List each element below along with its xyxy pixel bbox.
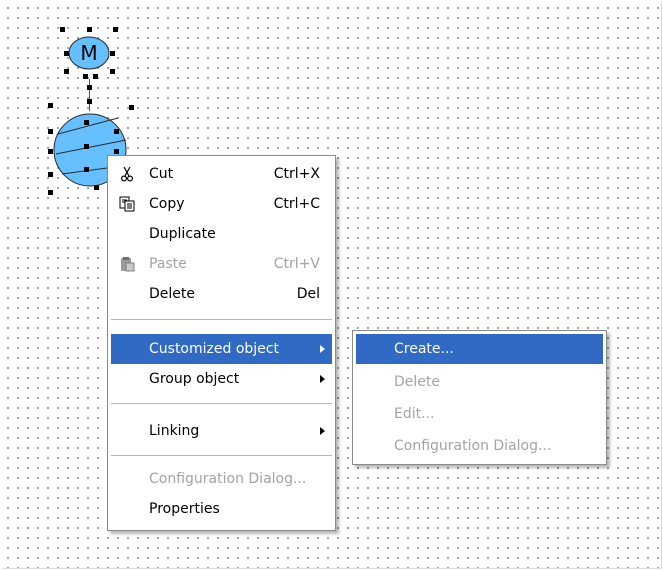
selection-handle[interactable] [64,69,69,74]
selection-handle[interactable] [87,85,92,90]
selection-handle[interactable] [87,27,92,32]
menu-item-label: Create... [394,341,454,357]
menu-item-cut[interactable]: Cut Ctrl+X [111,159,332,189]
selection-handle[interactable] [114,129,119,134]
menu-item-shortcut: Del [296,286,320,302]
selection-handle[interactable] [87,99,92,104]
selection-handle[interactable] [84,144,89,149]
selection-handle[interactable] [48,103,53,108]
selection-handle[interactable] [110,51,115,56]
menu-item-label: Delete [394,374,440,390]
menu-separator [111,319,332,320]
submenu-arrow-icon [320,375,325,383]
menu-item-group-object[interactable]: Group object [111,364,332,394]
selection-handle[interactable] [48,149,53,154]
context-menu: Cut Ctrl+X Copy Ctrl+C Duplicate Paste C… [107,155,336,531]
submenu-arrow-icon [320,427,325,435]
selection-handle[interactable] [129,105,134,110]
selection-handle[interactable] [60,27,65,32]
menu-separator [111,455,332,456]
submenu-item-configuration-dialog[interactable]: Configuration Dialog... [356,431,603,461]
selection-handle[interactable] [48,190,53,195]
selection-handle[interactable] [94,185,99,190]
menu-item-label: Duplicate [149,226,216,242]
selection-handle[interactable] [84,167,89,172]
menu-item-customized-object[interactable]: Customized object [111,334,332,364]
selection-handle[interactable] [83,74,88,79]
menu-item-label: Edit... [394,406,435,422]
selection-handle[interactable] [84,120,89,125]
menu-item-label: Group object [149,371,240,387]
selection-handle[interactable] [113,27,118,32]
submenu-item-create[interactable]: Create... [356,334,603,364]
customized-object-submenu: Create... Delete Edit... Configuration D… [352,330,607,465]
selection-handle[interactable] [114,149,119,154]
selection-handle[interactable] [93,74,98,79]
menu-item-properties[interactable]: Properties [111,494,332,524]
menu-item-label: Copy [149,196,185,212]
menu-item-configuration-dialog[interactable]: Configuration Dialog... [111,464,332,494]
menu-item-label: Delete [149,286,195,302]
selection-handle[interactable] [110,69,115,74]
copy-icon [119,196,135,212]
selection-handle[interactable] [48,129,53,134]
menu-item-label: Customized object [149,341,279,357]
menu-item-linking[interactable]: Linking [111,416,332,446]
menu-item-label: Linking [149,423,200,439]
menu-item-delete[interactable]: Delete Del [111,279,332,309]
menu-item-shortcut: Ctrl+C [273,196,320,212]
motor-symbol-label: M [80,41,97,65]
menu-item-label: Cut [149,166,174,182]
submenu-item-edit[interactable]: Edit... [356,399,603,429]
menu-item-label: Configuration Dialog... [394,438,552,454]
menu-separator [111,403,332,404]
menu-item-label: Paste [149,256,187,272]
menu-item-paste[interactable]: Paste Ctrl+V [111,249,332,279]
paste-icon [121,257,135,272]
menu-item-shortcut: Ctrl+V [273,256,320,272]
scissors-icon [120,166,134,182]
menu-item-shortcut: Ctrl+X [273,166,320,182]
submenu-item-delete[interactable]: Delete [356,367,603,397]
connector-line[interactable] [89,79,90,111]
menu-item-label: Properties [149,501,220,517]
selection-handle[interactable] [48,172,53,177]
selection-handle[interactable] [64,51,69,56]
submenu-arrow-icon [320,345,325,353]
menu-item-duplicate[interactable]: Duplicate [111,219,332,249]
menu-item-copy[interactable]: Copy Ctrl+C [111,189,332,219]
menu-item-label: Configuration Dialog... [149,471,307,487]
